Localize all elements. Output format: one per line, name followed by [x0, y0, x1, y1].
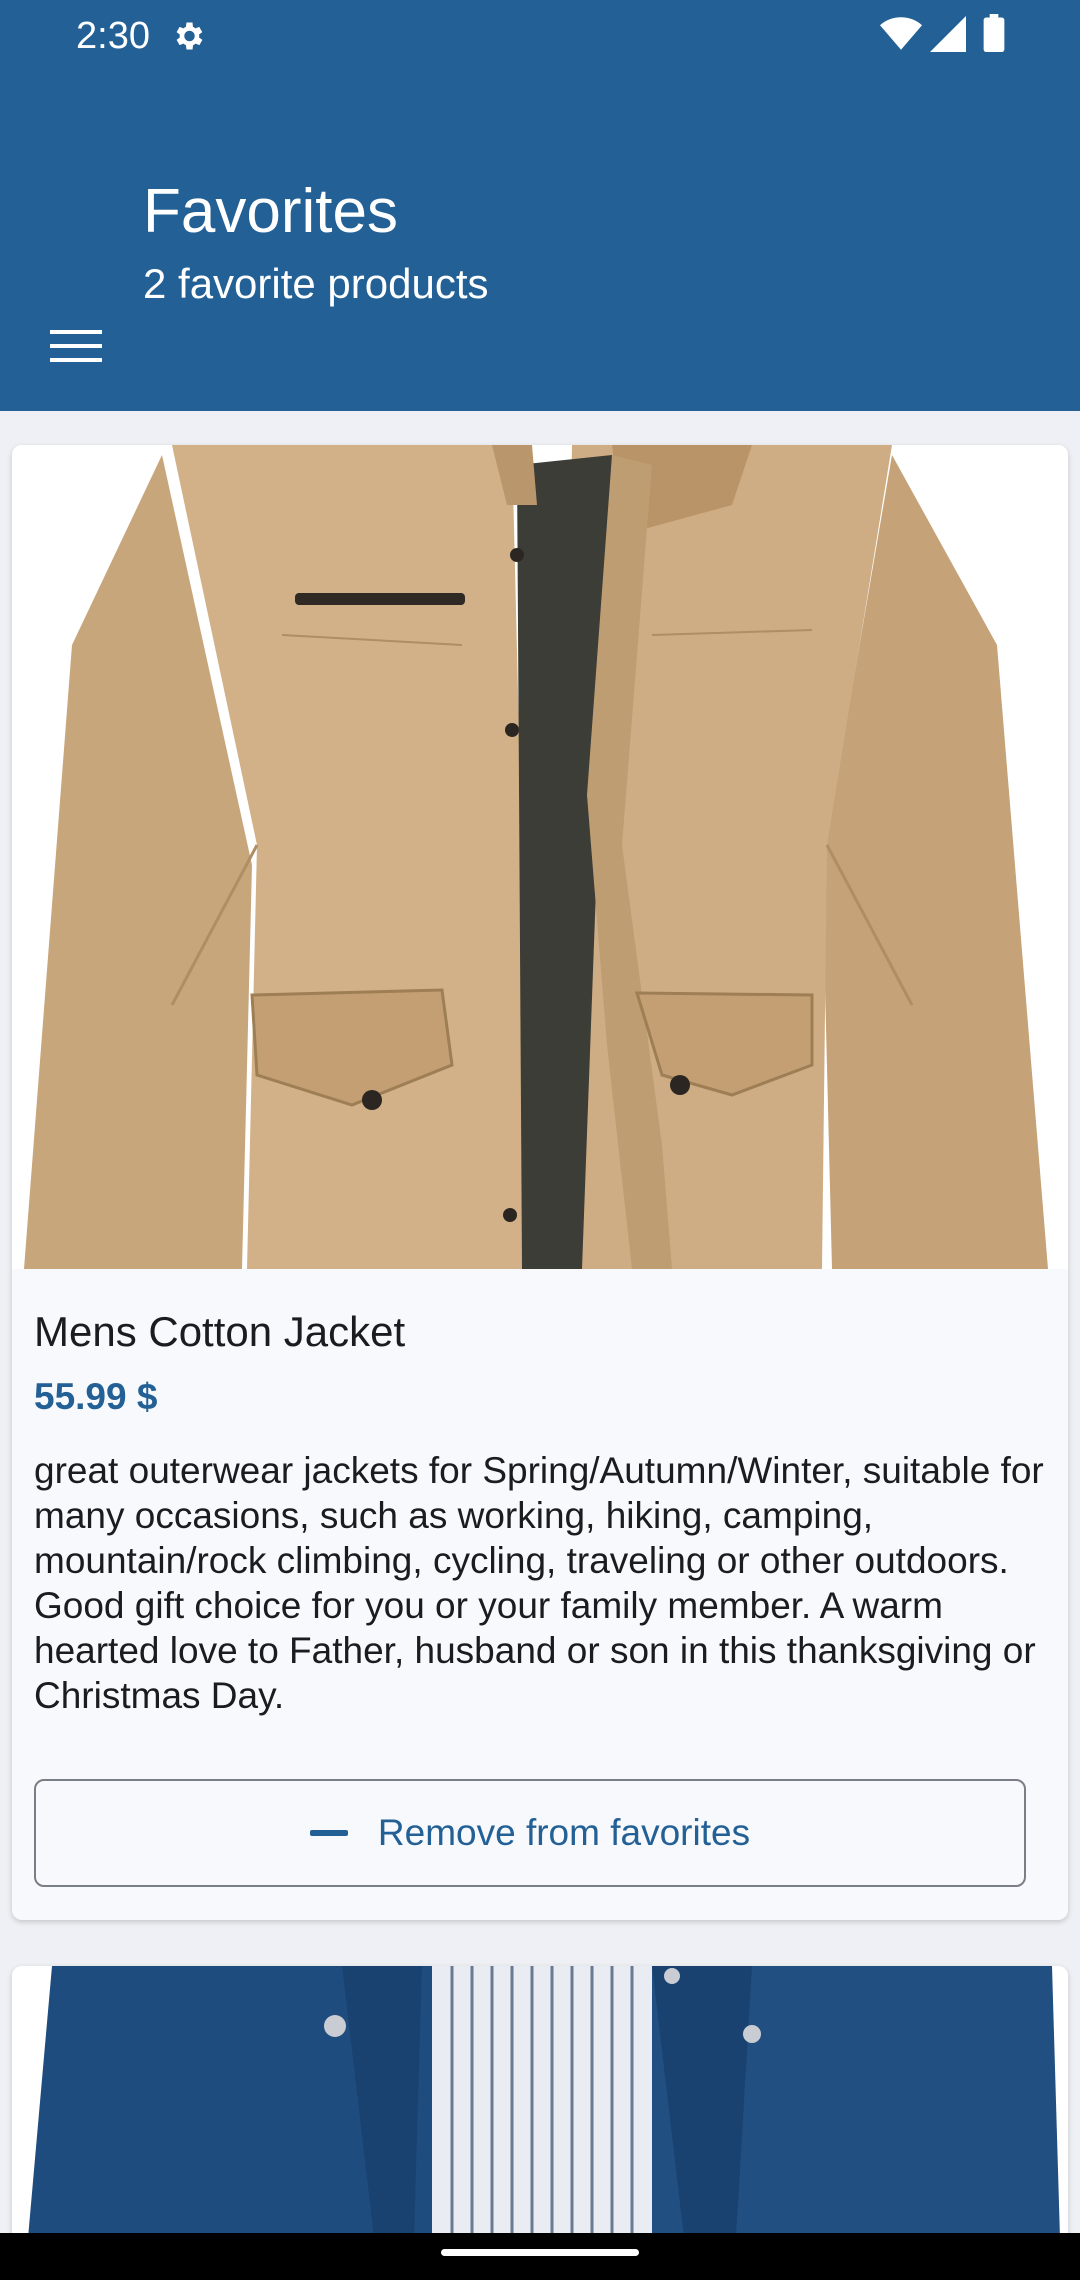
wifi-icon: [880, 17, 922, 50]
remove-button-label: Remove from favorites: [377, 1812, 751, 1853]
signal-icon: [930, 16, 966, 52]
product-name: Mens Cotton Jacket: [34, 1308, 406, 1355]
favorites-screen: 2:30 Favorites 2 favorite products Mens …: [0, 0, 1080, 2280]
gesture-handle[interactable]: [441, 2249, 639, 2256]
status-time: 2:30: [76, 15, 150, 57]
minus-icon: [309, 1830, 348, 1836]
product-description: great outerwear jackets for Spring/Autum…: [34, 1450, 1044, 1716]
system-navigation-bar: [0, 2233, 1080, 2280]
product-price: 55.99 $: [34, 1376, 158, 1417]
menu-button[interactable]: [38, 314, 114, 378]
battery-icon: [983, 14, 1005, 52]
page-subtitle: 2 favorite products: [143, 260, 489, 307]
product-image[interactable]: [12, 445, 1068, 1269]
gear-icon: [176, 22, 203, 50]
khaki-jacket-image: [12, 445, 1068, 1269]
page-title: Favorites: [143, 177, 398, 246]
remove-from-favorites-button[interactable]: Remove from favorites: [34, 1779, 1026, 1887]
product-card[interactable]: Mens Cotton Jacket 55.99 $ great outerwe…: [12, 445, 1068, 1920]
top-app-bar: 2:30 Favorites 2 favorite products: [0, 0, 1080, 411]
hamburger-menu-icon: [50, 330, 102, 362]
